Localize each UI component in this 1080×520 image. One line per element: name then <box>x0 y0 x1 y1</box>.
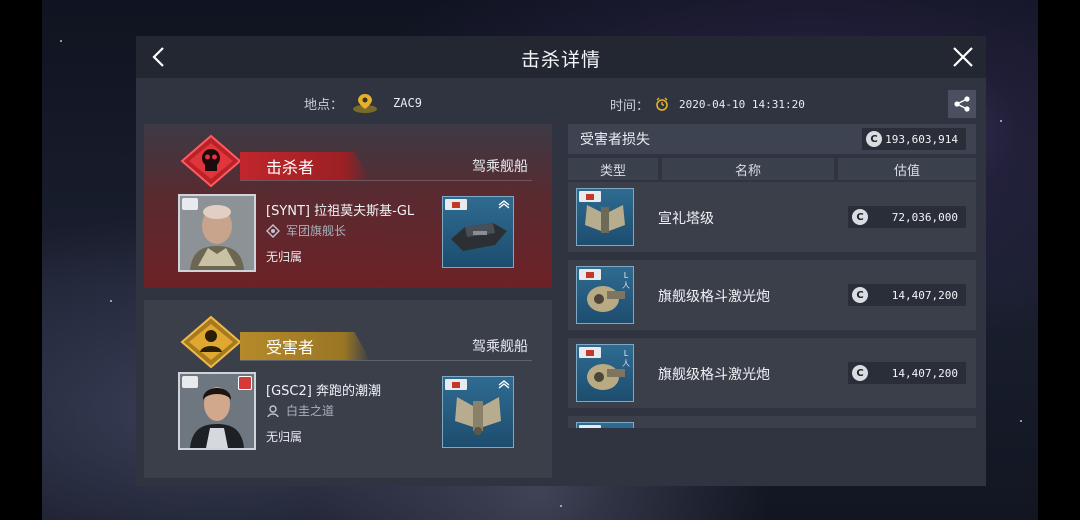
loss-column-headers: 类型 名称 估值 <box>568 158 976 180</box>
share-icon <box>954 96 970 112</box>
star <box>560 505 562 507</box>
close-button[interactable] <box>942 36 984 78</box>
loss-item-list[interactable]: 宣礼塔级 C 72,036,000 L人 旗舰级格斗激光炮 C 14,407,2… <box>568 182 976 428</box>
attacker-pilot-name[interactable]: [SYNT] 拉祖莫夫斯基-GL <box>266 200 414 219</box>
page-title: 击杀详情 <box>520 49 601 71</box>
tier-tag-icon <box>445 379 467 390</box>
slot-marker-icon: L人 <box>622 349 630 368</box>
location-pin-icon <box>353 94 378 113</box>
corp-emblem-icon <box>266 223 280 238</box>
loss-header-label: 受害者损失 <box>580 132 650 148</box>
star <box>1020 420 1022 422</box>
item-thumbnail <box>576 188 634 246</box>
victim-avatar[interactable] <box>178 372 256 450</box>
isk-coin-icon: C <box>852 365 868 381</box>
item-name: 宣礼塔级 <box>658 211 714 227</box>
attacker-alliance: 无归属 <box>266 250 303 264</box>
column-header-name: 名称 <box>662 158 834 180</box>
victim-role-label: 受害者 <box>240 332 370 360</box>
item-value: C 14,407,200 <box>848 362 966 384</box>
victim-card: 受害者 驾乘舰船 [GSC2] 奔跑的潮潮 白圭之道 无归属 <box>144 300 552 478</box>
screen-edge-right <box>1038 0 1080 520</box>
victim-alliance: 无归属 <box>266 430 303 444</box>
item-value-text: 14,407,200 <box>891 288 958 302</box>
skull-badge-icon <box>180 134 242 188</box>
attacker-corp-line: 军团旗舰长 <box>266 222 346 239</box>
isk-coin-icon: C <box>866 131 882 147</box>
item-value: C 72,036,000 <box>848 206 966 228</box>
tier-tag-icon <box>445 199 467 210</box>
attacker-card: 击杀者 驾乘舰船 [SYNT] 拉祖莫夫斯基-GL 军团旗舰长 无归属 <box>144 124 552 288</box>
alarm-clock-icon <box>656 97 668 111</box>
item-value-text: 14,407,200 <box>891 366 958 380</box>
person-badge-icon <box>180 315 242 369</box>
location-row: 地点： ZAC9 <box>304 92 422 114</box>
isk-coin-icon: C <box>852 209 868 225</box>
location-label: 地点： <box>304 97 344 113</box>
attacker-role-label: 击杀者 <box>240 152 370 180</box>
tier-tag-icon <box>579 191 601 202</box>
attacker-avatar[interactable] <box>178 194 256 272</box>
time-label: 时间： <box>610 98 650 114</box>
victim-corp-line: 白圭之道 <box>266 402 334 419</box>
item-value-text: 72,036,000 <box>891 210 958 224</box>
chevron-up-icon <box>498 200 510 209</box>
screen-edge-left <box>0 0 42 520</box>
time-value: 2020-04-10 14:31:20 <box>679 97 805 111</box>
isk-coin-icon: C <box>852 287 868 303</box>
pilot-tag-icon <box>182 198 198 210</box>
loss-item-row-partial[interactable] <box>568 416 976 428</box>
victim-ship-thumbnail[interactable] <box>442 376 514 448</box>
tier-tag-icon <box>579 269 601 280</box>
corp-emblem-icon <box>267 404 279 417</box>
medal-badge-icon <box>238 376 252 390</box>
item-thumbnail <box>576 422 634 428</box>
column-header-value: 估值 <box>838 158 976 180</box>
loss-item-row[interactable]: 宣礼塔级 C 72,036,000 <box>568 182 976 252</box>
star <box>60 40 62 42</box>
item-thumbnail: L人 <box>576 344 634 402</box>
chevron-up-icon <box>498 380 510 389</box>
star <box>110 300 112 302</box>
star <box>1000 120 1002 122</box>
loss-item-row[interactable]: L人 旗舰级格斗激光炮 C 14,407,200 <box>568 338 976 408</box>
close-icon <box>953 47 973 67</box>
item-name: 旗舰级格斗激光炮 <box>658 367 770 383</box>
location-value: ZAC9 <box>393 96 422 110</box>
attacker-corp-title: 军团旗舰长 <box>286 224 347 238</box>
item-value: C 14,407,200 <box>848 284 966 306</box>
tier-tag-icon <box>579 347 601 358</box>
divider <box>240 180 532 181</box>
time-row: 时间： 2020-04-10 14:31:20 <box>610 94 805 114</box>
item-thumbnail: L人 <box>576 266 634 324</box>
column-header-type: 类型 <box>568 158 658 180</box>
loss-header: 受害者损失 C 193,603,914 <box>568 124 976 154</box>
loss-item-row[interactable]: L人 旗舰级格斗激光炮 C 14,407,200 <box>568 260 976 330</box>
attacker-ship-thumbnail[interactable] <box>442 196 514 268</box>
victim-pilot-name[interactable]: [GSC2] 奔跑的潮潮 <box>266 380 381 399</box>
divider <box>240 360 532 361</box>
loss-total: C 193,603,914 <box>862 128 966 150</box>
loss-total-value: 193,603,914 <box>885 132 958 146</box>
title-bar: 击杀详情 <box>136 36 986 78</box>
victim-corp-title: 白圭之道 <box>286 404 335 418</box>
share-button[interactable] <box>948 90 976 118</box>
kill-detail-panel: 击杀详情 地点： ZAC9 时间： 2020-04-10 14:31:20 击杀… <box>136 36 986 486</box>
pilot-tag-icon <box>182 376 198 388</box>
attacker-ship-label: 驾乘舰船 <box>472 159 528 175</box>
slot-marker-icon: L人 <box>622 271 630 290</box>
item-name: 旗舰级格斗激光炮 <box>658 289 770 305</box>
tier-tag-icon <box>579 425 601 428</box>
victim-ship-label: 驾乘舰船 <box>472 339 528 355</box>
